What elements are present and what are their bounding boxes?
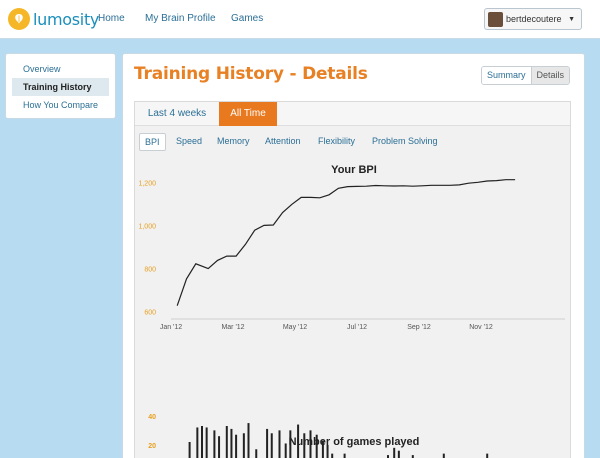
tab-all-time[interactable]: All Time: [219, 102, 277, 126]
sidebar-item-overview[interactable]: Overview: [12, 60, 109, 78]
games-bar: [218, 436, 221, 458]
games-bar: [235, 434, 238, 458]
page-title: Training History - Details: [134, 64, 368, 84]
games-y-tick-label: 40: [148, 414, 156, 421]
games-bar: [255, 449, 258, 458]
username-label: bertdecoutere: [506, 14, 562, 24]
bpi-x-tick-label: Nov '12: [469, 324, 493, 331]
chevron-down-icon: ▼: [568, 16, 575, 23]
games-bar: [278, 430, 281, 458]
summary-toggle-button[interactable]: Summary: [482, 67, 532, 84]
avatar: [488, 11, 503, 27]
bpi-x-tick-label: May '12: [283, 324, 307, 331]
games-bar: [343, 453, 346, 458]
tab-bpi[interactable]: BPI: [139, 133, 166, 151]
lumosity-logo-icon: [8, 8, 30, 30]
sidebar-item-training-history[interactable]: Training History: [12, 78, 109, 96]
games-bar: [326, 444, 329, 458]
games-bar: [486, 453, 489, 458]
lumosity-logo[interactable]: lumosity: [8, 6, 99, 32]
time-range-tabs: Last 4 weeks All Time: [135, 102, 570, 126]
games-bar: [242, 433, 245, 458]
games-bar: [230, 428, 233, 458]
top-navigation-bar: lumosity Home My Brain Profile Games ber…: [0, 0, 600, 39]
games-bar: [297, 424, 300, 458]
games-bar: [247, 423, 250, 458]
tab-problem-solving[interactable]: Problem Solving: [372, 133, 438, 151]
games-bar: [442, 453, 445, 458]
games-bar: [196, 427, 199, 458]
games-bar: [284, 443, 287, 458]
training-history-panel: Last 4 weeks All Time BPI Speed Memory A…: [134, 101, 571, 458]
games-y-tick-label: 20: [148, 443, 156, 450]
tab-flexibility[interactable]: Flexibility: [318, 133, 355, 151]
nav-brain-profile-link[interactable]: My Brain Profile: [145, 13, 216, 24]
sidebar-item-how-you-compare[interactable]: How You Compare: [12, 96, 109, 114]
tab-last-4-weeks[interactable]: Last 4 weeks: [138, 102, 216, 126]
games-bar: [303, 433, 306, 458]
bpi-x-tick-label: Sep '12: [407, 324, 431, 331]
nav-games-link[interactable]: Games: [231, 13, 263, 24]
bpi-and-games-chart: Your BPI Number of games played 600 800 1,…: [138, 164, 565, 458]
bpi-y-tick-label: 1,200: [138, 180, 156, 187]
games-bar: [201, 426, 203, 458]
bpi-x-tick-label: Mar '12: [221, 324, 244, 331]
games-bar: [213, 430, 216, 458]
nav-home-link[interactable]: Home: [98, 13, 125, 24]
sidebar: Overview Training History How You Compar…: [5, 53, 116, 119]
games-bar: [315, 434, 318, 458]
metric-tabs: BPI Speed Memory Attention Flexibility P…: [135, 126, 570, 156]
games-bar: [225, 426, 228, 458]
games-bar: [309, 430, 312, 458]
games-bar: [205, 427, 208, 458]
games-bar: [331, 453, 334, 458]
tab-speed[interactable]: Speed: [176, 133, 202, 151]
games-bar: [188, 442, 191, 458]
games-bar: [266, 428, 269, 458]
bpi-x-tick-label: Jan '12: [160, 324, 182, 331]
tab-memory[interactable]: Memory: [217, 133, 250, 151]
bpi-series-line: [176, 179, 516, 306]
bpi-x-tick-label: Jul '12: [347, 324, 367, 331]
view-toggle: Summary Details: [481, 66, 571, 85]
details-toggle-button[interactable]: Details: [531, 67, 570, 84]
tab-attention[interactable]: Attention: [265, 133, 301, 151]
main-content-card: Training History - Details Summary Detai…: [122, 53, 585, 458]
logo-text: lumosity: [33, 9, 100, 29]
bpi-y-tick-label: 1,000: [138, 223, 156, 230]
games-bar: [321, 440, 324, 458]
games-bar: [397, 450, 400, 458]
bpi-y-tick-label: 800: [144, 267, 156, 274]
games-bar: [289, 430, 292, 458]
bpi-y-tick-label: 600: [144, 310, 156, 317]
charts-area: Your BPI Number of games played 600 800 1,…: [135, 156, 570, 458]
games-chart-title: Number of games played: [289, 436, 420, 448]
bpi-chart-title: Your BPI: [331, 164, 377, 176]
games-bar: [393, 447, 396, 458]
user-menu-dropdown[interactable]: bertdecoutere ▼: [484, 8, 582, 30]
games-bar: [270, 433, 273, 458]
